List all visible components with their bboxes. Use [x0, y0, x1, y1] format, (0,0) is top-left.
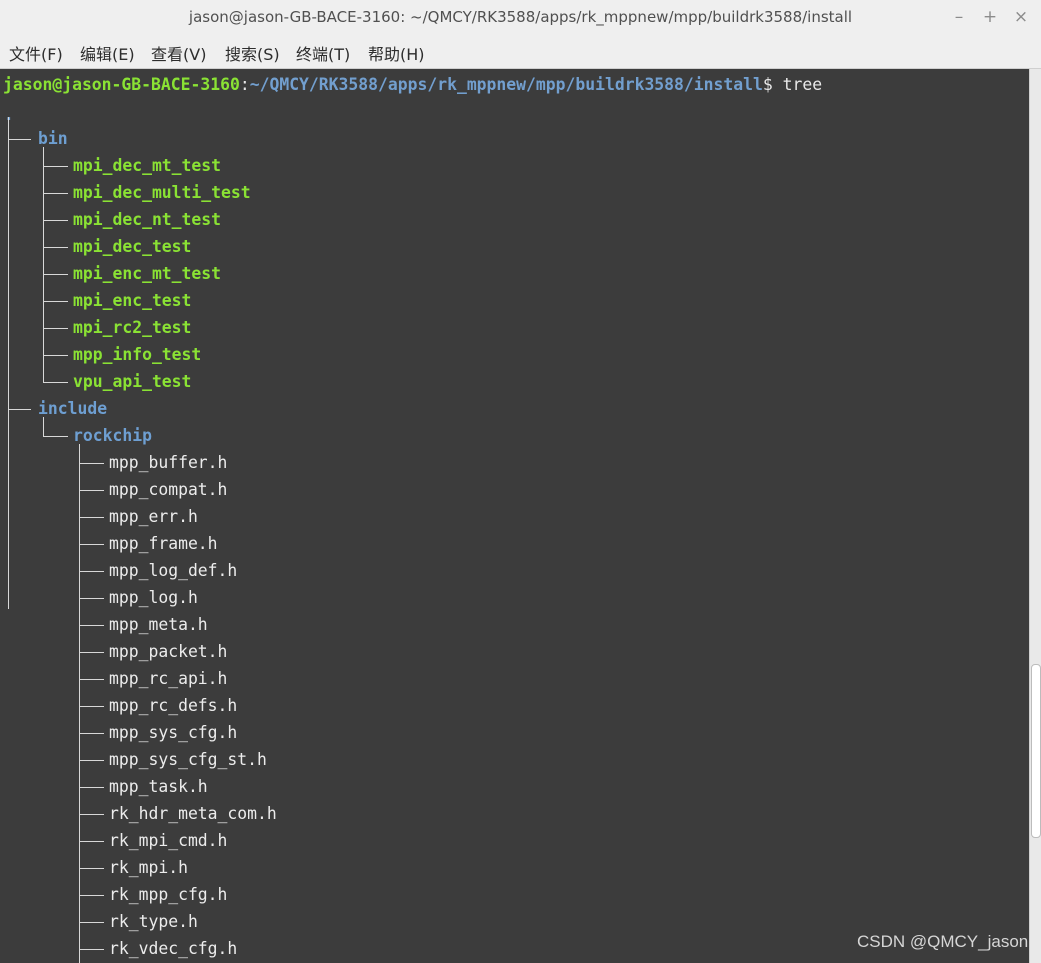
- tree-branch: [8, 409, 31, 410]
- menu-search[interactable]: 搜索(S): [225, 41, 280, 65]
- menu-file[interactable]: 文件(F): [9, 41, 63, 65]
- tree-file-entry: mpp_buffer.h: [109, 453, 228, 472]
- watermark: CSDN @QMCY_jason: [857, 932, 1029, 951]
- scrollbar-thumb[interactable]: [1031, 664, 1041, 838]
- menu-edit[interactable]: 编辑(E): [80, 41, 135, 65]
- menu-view[interactable]: 查看(V): [151, 41, 206, 65]
- tree-branch: [43, 274, 68, 275]
- prompt-colon: :: [239, 75, 250, 94]
- prompt-path: ~/QMCY/RK3588/apps/rk_mppnew/mpp/buildrk…: [249, 75, 763, 94]
- tree-file-entry: mpp_meta.h: [109, 615, 208, 634]
- tree-exec-entry: mpi_dec_mt_test: [73, 156, 222, 175]
- title-bar[interactable]: jason@jason-GB-BACE-3160: ~/QMCY/RK3588/…: [0, 0, 1041, 36]
- tree-file-entry: mpp_sys_cfg_st.h: [109, 750, 267, 769]
- tree-branch: [79, 841, 104, 842]
- tree-branch: [79, 787, 104, 788]
- tree-file-entry: mpp_packet.h: [109, 642, 228, 661]
- tree-branch: [43, 355, 68, 356]
- tree-branch: [79, 868, 104, 869]
- tree-dir-include: include: [38, 399, 108, 418]
- tree-trunk: [43, 147, 44, 382]
- tree-file-entry: rk_mpi.h: [109, 858, 188, 877]
- tree-branch: [79, 760, 104, 761]
- menu-terminal[interactable]: 终端(T): [296, 41, 350, 65]
- tree-branch: [79, 922, 104, 923]
- prompt-command: $ tree: [762, 75, 823, 94]
- tree-branch: [43, 382, 68, 383]
- tree-trunk: [8, 117, 9, 609]
- tree-branch: [43, 247, 68, 248]
- terminal-output[interactable]: jason@jason-GB-BACE-3160:~/QMCY/RK3588/a…: [0, 69, 1029, 963]
- tree-exec-entry: mpi_dec_test: [73, 237, 192, 256]
- tree-branch: [43, 166, 68, 167]
- tree-exec-entry: mpi_rc2_test: [73, 318, 192, 337]
- tree-exec-entry: vpu_api_test: [73, 372, 192, 391]
- tree-branch: [43, 328, 68, 329]
- tree-branch: [79, 895, 104, 896]
- tree-branch: [43, 220, 68, 221]
- tree-exec-entry: mpp_info_test: [73, 345, 202, 364]
- tree-branch: [79, 544, 104, 545]
- prompt-line: jason@jason-GB-BACE-3160:~/QMCY/RK3588/a…: [3, 71, 822, 98]
- tree-branch: [79, 706, 104, 707]
- tree-branch: [79, 625, 104, 626]
- tree-trunk: [79, 444, 80, 963]
- tree-branch: [43, 301, 68, 302]
- tree-file-entry: mpp_log_def.h: [109, 561, 238, 580]
- tree-branch: [79, 517, 104, 518]
- tree-exec-entry: mpi_dec_multi_test: [73, 183, 251, 202]
- tree-file-entry: mpp_frame.h: [109, 534, 218, 553]
- tree-file-entry: rk_vdec_cfg.h: [109, 939, 238, 958]
- window-title: jason@jason-GB-BACE-3160: ~/QMCY/RK3588/…: [188, 8, 853, 26]
- tree-branch: [79, 490, 104, 491]
- prompt-user: jason@jason-GB-BACE-3160: [3, 75, 240, 94]
- menu-bar: 文件(F) 编辑(E) 查看(V) 搜索(S) 终端(T) 帮助(H): [0, 35, 1041, 69]
- tree-branch: [79, 679, 104, 680]
- maximize-icon[interactable]: +: [979, 6, 1001, 28]
- tree-dir-bin: bin: [38, 129, 68, 148]
- tree-file-entry: mpp_log.h: [109, 588, 198, 607]
- tree-file-entry: mpp_compat.h: [109, 480, 228, 499]
- tree-branch: [79, 598, 104, 599]
- terminal-window: jason@jason-GB-BACE-3160: ~/QMCY/RK3588/…: [0, 0, 1041, 963]
- tree-exec-entry: mpi_dec_nt_test: [73, 210, 222, 229]
- menu-help[interactable]: 帮助(H): [368, 41, 425, 65]
- tree-branch: [8, 139, 31, 140]
- tree-file-entry: mpp_rc_defs.h: [109, 696, 238, 715]
- tree-exec-entry: mpi_enc_mt_test: [73, 264, 222, 283]
- tree-file-entry: rk_type.h: [109, 912, 198, 931]
- tree-branch: [43, 193, 68, 194]
- tree-branch: [79, 571, 104, 572]
- tree-branch: [43, 436, 68, 437]
- tree-file-entry: rk_hdr_meta_com.h: [109, 804, 277, 823]
- tree-file-entry: rk_mpp_cfg.h: [109, 885, 228, 904]
- tree-branch: [79, 814, 104, 815]
- tree-dir-rockchip: rockchip: [73, 426, 152, 445]
- tree-file-entry: mpp_rc_api.h: [109, 669, 228, 688]
- close-icon[interactable]: ×: [1010, 6, 1032, 28]
- tree-branch: [79, 652, 104, 653]
- tree-file-entry: mpp_err.h: [109, 507, 198, 526]
- tree-branch: [79, 949, 104, 950]
- tree-file-entry: rk_mpi_cmd.h: [109, 831, 228, 850]
- tree-branch: [79, 733, 104, 734]
- tree-file-entry: mpp_sys_cfg.h: [109, 723, 238, 742]
- tree-exec-entry: mpi_enc_test: [73, 291, 192, 310]
- tree-branch: [79, 463, 104, 464]
- minimize-icon[interactable]: –: [948, 6, 970, 28]
- tree-file-entry: mpp_task.h: [109, 777, 208, 796]
